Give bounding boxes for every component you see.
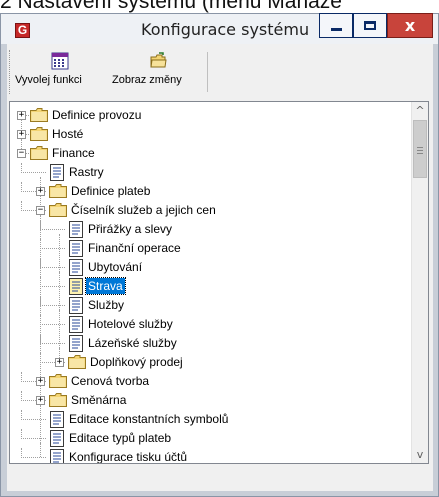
status-bar — [7, 468, 433, 491]
toolbar-grip[interactable] — [9, 50, 13, 94]
minimize-button[interactable] — [319, 13, 353, 38]
folder-icon — [30, 146, 48, 160]
tree-node-label[interactable]: Směnárna — [69, 392, 128, 408]
folder-icon — [49, 203, 67, 217]
document-icon — [69, 297, 83, 314]
tree-node-label[interactable]: Finanční operace — [86, 240, 183, 256]
tree-node[interactable]: Hotelové služby — [10, 315, 410, 334]
collapse-icon[interactable]: − — [36, 206, 45, 215]
configuration-window: G Konfigurace systému x Vyvolej funkci Z… — [0, 13, 439, 497]
app-icon[interactable]: G — [15, 23, 30, 38]
tree-node-label[interactable]: Hotelové služby — [86, 316, 175, 332]
document-icon — [69, 335, 83, 352]
configuration-tree-panel: + Definice provozu + Hosté − Finance Rastry + De… — [9, 101, 429, 464]
tree-node-label[interactable]: Definice provozu — [50, 107, 143, 123]
tree-node-label[interactable]: Cenová tvorba — [69, 373, 151, 389]
tree-node-label[interactable]: Editace typů plateb — [67, 430, 173, 446]
folder-arrow-icon — [150, 52, 167, 68]
page-caption: 2 Nastavení systému (menu Manaže — [0, 0, 342, 13]
tree-node[interactable]: Konfigurace tisku účtů — [10, 448, 410, 463]
tree-node[interactable]: Strava — [10, 277, 410, 296]
folder-icon — [49, 374, 67, 388]
expand-icon[interactable]: + — [36, 396, 45, 405]
tree-node[interactable]: Editace konstantních symbolů — [10, 410, 410, 429]
tree-node[interactable]: Editace typů plateb — [10, 429, 410, 448]
tree-node[interactable]: Ubytování — [10, 258, 410, 277]
close-icon: x — [404, 16, 416, 35]
expand-icon[interactable]: + — [17, 111, 26, 120]
folder-icon — [49, 393, 67, 407]
document-icon — [50, 430, 64, 447]
toolbar: Vyvolej funkci Zobraz změny — [9, 48, 209, 98]
tree-node-label[interactable]: Definice plateb — [69, 183, 152, 199]
tree-node[interactable]: Služby — [10, 296, 410, 315]
tree-node[interactable]: + Doplňkový prodej — [10, 353, 410, 372]
scroll-thumb[interactable] — [413, 120, 427, 178]
document-icon — [69, 316, 83, 333]
tree-node-label[interactable]: Služby — [86, 297, 126, 313]
tree-node-label[interactable]: Rastry — [67, 164, 106, 180]
show-changes-label: Zobraz změny — [112, 74, 182, 86]
document-icon — [69, 278, 83, 295]
scroll-up-arrow-icon[interactable]: ^ — [412, 102, 428, 119]
folder-icon — [30, 127, 48, 141]
tree-node[interactable]: Přirážky a slevy — [10, 220, 410, 239]
tree-node[interactable]: + Definice provozu — [10, 106, 410, 125]
show-changes-button[interactable]: Zobraz změny — [112, 48, 204, 96]
tree-node-label[interactable]: Lázeňské služby — [86, 335, 179, 351]
window-title: Konfigurace systému — [141, 20, 310, 39]
window-client-area: Vyvolej funkci Zobraz změny + Definice pr… — [7, 44, 433, 491]
title-bar[interactable]: G Konfigurace systému x — [1, 13, 438, 44]
collapse-icon[interactable]: − — [17, 149, 26, 158]
folder-icon — [30, 108, 48, 122]
tree-node-label[interactable]: Přirážky a slevy — [86, 221, 174, 237]
maximize-button[interactable] — [353, 13, 387, 38]
tree-node-label[interactable]: Číselník služeb a jejich cen — [69, 202, 218, 218]
tree-node-label[interactable]: Doplňkový prodej — [88, 354, 185, 370]
expand-icon[interactable]: + — [36, 377, 45, 386]
expand-icon[interactable]: + — [36, 187, 45, 196]
document-icon — [69, 221, 83, 238]
close-button[interactable]: x — [387, 13, 433, 38]
document-icon — [50, 411, 64, 428]
tree-node[interactable]: Rastry — [10, 163, 410, 182]
tree-node-label[interactable]: Finance — [50, 145, 97, 161]
calendar-grid-icon — [51, 52, 69, 70]
configuration-tree[interactable]: + Definice provozu + Hosté − Finance Rastry + De… — [10, 102, 413, 463]
maximize-icon — [364, 21, 376, 30]
scroll-grip-icon — [417, 147, 423, 154]
tree-node-label[interactable]: Strava — [85, 277, 126, 295]
tree-node[interactable]: − Finance — [10, 144, 410, 163]
document-icon — [69, 240, 83, 257]
tree-node[interactable]: + Cenová tvorba — [10, 372, 410, 391]
expand-icon[interactable]: + — [55, 358, 64, 367]
tree-node[interactable]: + Směnárna — [10, 391, 410, 410]
invoke-function-button[interactable]: Vyvolej funkci — [15, 48, 111, 96]
folder-icon — [68, 355, 86, 369]
document-icon — [50, 449, 64, 463]
expand-icon[interactable]: + — [17, 130, 26, 139]
tree-node[interactable]: + Hosté — [10, 125, 410, 144]
document-icon — [69, 259, 83, 276]
tree-node-label[interactable]: Ubytování — [86, 259, 144, 275]
document-icon — [50, 164, 64, 181]
vertical-scrollbar[interactable]: ^ v — [411, 102, 428, 463]
tree-node[interactable]: Lázeňské služby — [10, 334, 410, 353]
tree-node[interactable]: − Číselník služeb a jejich cen — [10, 201, 410, 220]
minimize-icon — [331, 28, 342, 31]
tree-node[interactable]: + Definice plateb — [10, 182, 410, 201]
tree-node-label[interactable]: Konfigurace tisku účtů — [67, 449, 189, 463]
tree-node-label[interactable]: Hosté — [50, 126, 85, 142]
folder-icon — [49, 184, 67, 198]
invoke-function-label: Vyvolej funkci — [15, 74, 82, 86]
toolbar-separator — [207, 52, 208, 92]
tree-node-label[interactable]: Editace konstantních symbolů — [67, 411, 230, 427]
scroll-down-arrow-icon[interactable]: v — [412, 446, 428, 463]
tree-node[interactable]: Finanční operace — [10, 239, 410, 258]
